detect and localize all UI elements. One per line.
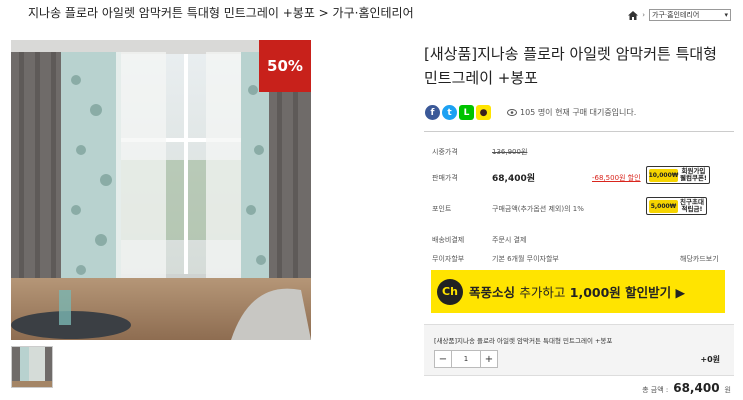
info-divider [424, 131, 734, 132]
nav-separator: › [642, 11, 645, 19]
quantity-minus-button[interactable]: − [434, 350, 452, 368]
regular-price-value: 136,900원 [492, 148, 528, 156]
invite-reward-text: 친구초대 적립금! [680, 198, 704, 213]
channel-logo-icon: Ch [437, 278, 463, 305]
total-price: 총 금액 : 68,400 원 [642, 381, 731, 395]
sale-price-value: 68,400원 [492, 174, 536, 184]
total-unit: 원 [724, 386, 731, 394]
thumbnail-picture [12, 347, 52, 387]
regular-price-label: 시중가격 [432, 148, 458, 156]
reward-coin-icon: 5,000₩ [649, 199, 678, 213]
eye-icon [507, 109, 517, 116]
total-label: 총 금액 : [642, 386, 669, 394]
kakaotalk-icon[interactable]: ● [476, 105, 491, 120]
option-name: [새상품]지나송 플로라 아일렛 암막커튼 특대형 민트그레이 +봉포 [434, 337, 613, 345]
quantity-stepper: − 1 + [434, 350, 498, 368]
thumbnail-image[interactable] [11, 346, 53, 388]
product-title: [새상품]지나송 플로라 아일렛 암막커튼 특대형 민트그레이 +봉포 [424, 45, 717, 87]
quantity-plus-button[interactable]: + [480, 350, 498, 368]
installment-value: 기본 6개월 무이자할부 [492, 255, 559, 263]
category-nav: › 가구·홈인테리어 ▾ [628, 9, 731, 21]
banner-text: 폭풍소싱 추가하고 1,000원 할인받기 ▶ [469, 285, 686, 300]
share-buttons: f t L ● [425, 105, 491, 120]
viewers-text: 105 명이 현재 구매 대기중입니다. [507, 107, 636, 118]
sale-price-label: 판매가격 [432, 174, 458, 182]
twitter-icon[interactable]: t [442, 105, 457, 120]
discount-amount: -68,500원 할인 [592, 174, 641, 182]
point-value: 구매금액(추가옵션 제외)의 1% [492, 205, 584, 213]
card-view-link[interactable]: 해당카드보기 [680, 254, 719, 264]
total-value: 68,400 [673, 381, 720, 395]
discount-badge: 50% [259, 40, 311, 92]
payment-value: 주문시 결제 [492, 236, 527, 244]
point-label: 포인트 [432, 205, 452, 213]
payment-label: 배송비결제 [432, 236, 465, 244]
top-bar: 지나송 플로라 아일렛 암막커튼 특대형 민트그레이 +봉포 > 가구·홈인테리… [0, 0, 743, 28]
category-select[interactable]: 가구·홈인테리어 ▾ [649, 9, 731, 21]
sourcing-discount-banner[interactable]: Ch 폭풍소싱 추가하고 1,000원 할인받기 ▶ [431, 270, 725, 313]
home-icon[interactable] [628, 10, 639, 20]
welcome-coupon-button[interactable]: 10,000₩ 회원가입 웰컴쿠폰! [646, 166, 710, 184]
breadcrumb: 지나송 플로라 아일렛 암막커튼 특대형 민트그레이 +봉포 > 가구·홈인테리… [28, 6, 414, 20]
viewers-count: 105 명이 현재 구매 대기중입니다. [520, 108, 637, 117]
product-image[interactable]: 50% [11, 40, 311, 340]
quantity-input[interactable]: 1 [452, 350, 480, 368]
option-price: +0원 [700, 355, 720, 364]
line-icon[interactable]: L [459, 105, 474, 120]
facebook-icon[interactable]: f [425, 105, 440, 120]
welcome-coupon-text: 회원가입 웰컴쿠폰! [680, 167, 707, 182]
invite-reward-button[interactable]: 5,000₩ 친구초대 적립금! [646, 197, 707, 215]
selected-option-box: [새상품]지나송 플로라 아일렛 암막커튼 특대형 민트그레이 +봉포 − 1 … [424, 324, 734, 376]
chevron-down-icon: ▾ [724, 11, 728, 19]
installment-label: 무이자할부 [432, 255, 465, 263]
coupon-coin-icon: 10,000₩ [649, 168, 678, 182]
